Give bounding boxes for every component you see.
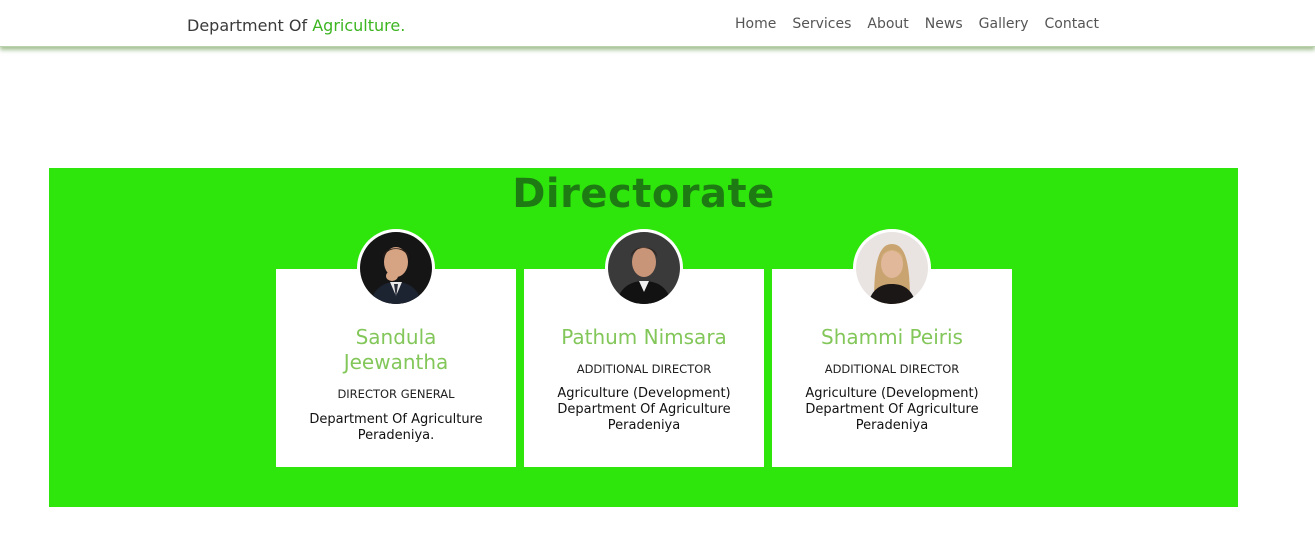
section-title: Directorate xyxy=(512,171,775,217)
member-description: Agriculture (Development) Department Of … xyxy=(524,386,764,434)
site-header: Department Of Agriculture. Home Services… xyxy=(0,0,1315,47)
description-line: Agriculture (Development) xyxy=(557,386,731,401)
avatar xyxy=(357,229,435,307)
member-role: DIRECTOR GENERAL xyxy=(337,387,455,401)
nav-gallery[interactable]: Gallery xyxy=(979,16,1029,32)
member-name: Shammi Peiris xyxy=(821,325,963,349)
nav-news[interactable]: News xyxy=(925,16,963,32)
nav-contact[interactable]: Contact xyxy=(1045,16,1099,32)
description-line: Peradeniya. xyxy=(357,428,435,443)
man-portrait-icon xyxy=(608,232,680,304)
brand-prefix: Department Of xyxy=(187,16,313,35)
description-line: Peradeniya xyxy=(855,418,929,433)
man-portrait-icon xyxy=(360,232,432,304)
woman-portrait-icon xyxy=(856,232,928,304)
description-line: Peradeniya xyxy=(607,418,681,433)
brand-accent: Agriculture. xyxy=(312,16,406,35)
member-role: ADDITIONAL DIRECTOR xyxy=(576,362,712,376)
description-line: Department Of Agriculture xyxy=(557,402,731,417)
directorate-section: Directorate Sandula Jeewantha DIRECTOR G… xyxy=(49,168,1238,507)
member-card: Shammi Peiris ADDITIONAL DIRECTOR Agricu… xyxy=(772,229,1012,467)
description-line: Agriculture (Development) xyxy=(805,386,979,401)
description-line: Department Of Agriculture xyxy=(309,412,483,427)
description-line: Department Of Agriculture xyxy=(805,402,979,417)
nav-about[interactable]: About xyxy=(867,16,908,32)
member-name: Sandula Jeewantha xyxy=(343,325,449,374)
member-card: Pathum Nimsara ADDITIONAL DIRECTOR Agric… xyxy=(524,229,764,467)
member-card: Sandula Jeewantha DIRECTOR GENERAL Depar… xyxy=(276,229,516,467)
nav-services[interactable]: Services xyxy=(792,16,851,32)
brand-logo[interactable]: Department Of Agriculture. xyxy=(187,16,405,35)
member-description: Department Of Agriculture Peradeniya. xyxy=(276,412,516,444)
member-name: Pathum Nimsara xyxy=(561,325,727,349)
avatar xyxy=(605,229,683,307)
avatar xyxy=(853,229,931,307)
member-role: ADDITIONAL DIRECTOR xyxy=(824,362,960,376)
member-description: Agriculture (Development) Department Of … xyxy=(772,386,1012,434)
main-nav: Home Services About News Gallery Contact xyxy=(735,16,1099,32)
nav-home[interactable]: Home xyxy=(735,16,776,32)
